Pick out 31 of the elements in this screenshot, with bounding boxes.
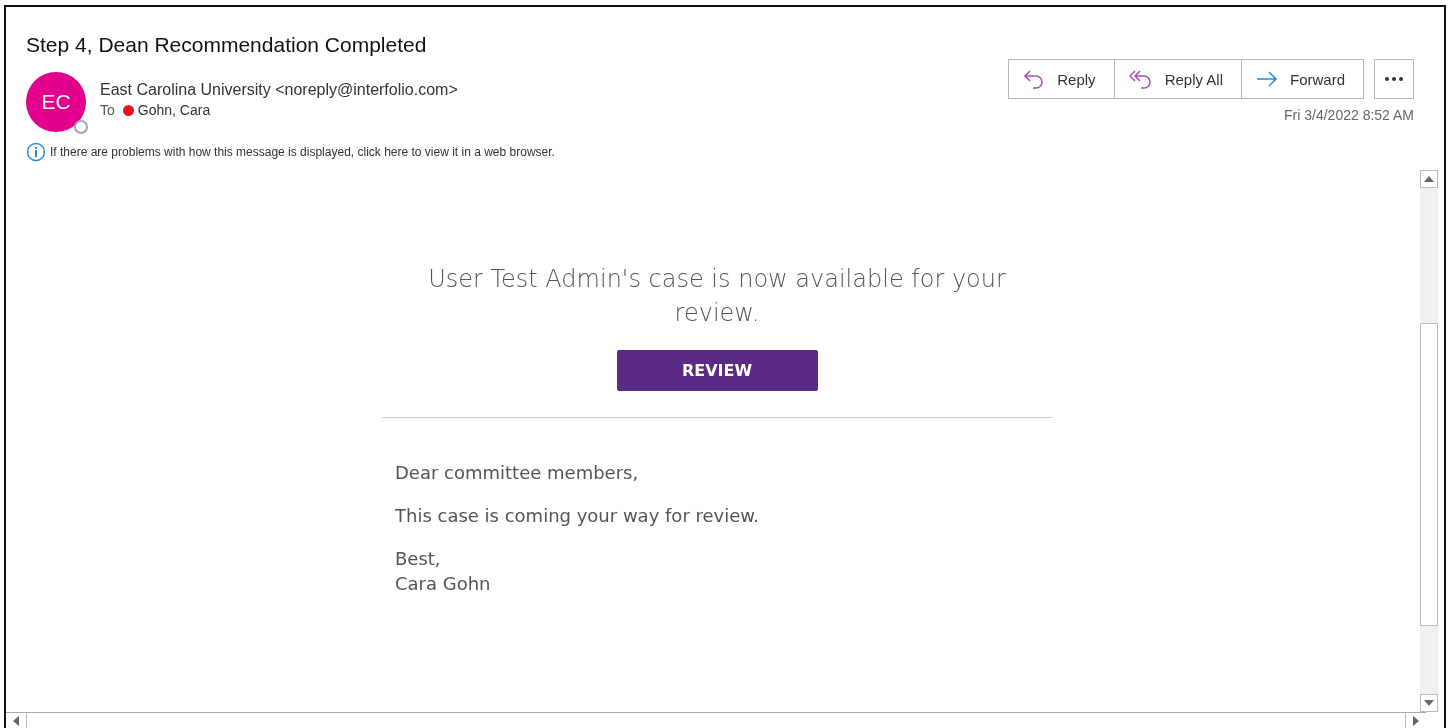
message-subject: Step 4, Dean Recommendation Completed: [26, 33, 428, 57]
body-text: This case is coming your way for review.: [395, 505, 761, 526]
forward-arrow-icon: [1256, 71, 1278, 87]
reply-all-button[interactable]: Reply All: [1113, 59, 1242, 99]
scroll-left-icon[interactable]: [13, 715, 19, 726]
body-text: Best,: [395, 548, 442, 569]
more-icon: [1385, 77, 1403, 81]
body-text: Cara Gohn: [395, 573, 492, 594]
reply-button[interactable]: Reply: [1008, 59, 1115, 99]
vertical-scrollbar[interactable]: [1420, 170, 1438, 712]
presence-dot-icon: [122, 104, 134, 116]
reply-arrow-icon: [1023, 69, 1046, 89]
sender-name[interactable]: East Carolina University <noreply@interfolio.com>: [100, 81, 458, 99]
to-label: To: [100, 102, 115, 118]
horizontal-scrollbar[interactable]: [6, 712, 1426, 728]
review-button[interactable]: REVIEW: [616, 350, 818, 391]
sent-date: Fri 3/4/2022 8:52 AM: [1284, 107, 1414, 123]
email-headline: User Test Admin's case is now available for your review.: [427, 264, 1007, 329]
reply-all-arrow-icon: [1128, 69, 1153, 89]
info-icon: [26, 142, 46, 162]
info-bar-link[interactable]: If there are problems with how this message is displayed, click here to view it in a web browser.: [50, 145, 555, 159]
recipient-name[interactable]: Gohn, Cara: [137, 102, 211, 118]
scroll-down-icon[interactable]: [1424, 700, 1434, 706]
forward-button[interactable]: Forward: [1241, 59, 1364, 99]
sender-avatar[interactable]: EC: [26, 72, 86, 132]
scroll-up-icon[interactable]: [1424, 176, 1434, 182]
more-options-button[interactable]: [1374, 59, 1414, 99]
scrollbar-thumb[interactable]: [1420, 323, 1438, 626]
scroll-right-icon[interactable]: [1413, 715, 1419, 726]
presence-status-icon: [74, 120, 88, 134]
body-text: Dear committee members,: [395, 462, 640, 483]
